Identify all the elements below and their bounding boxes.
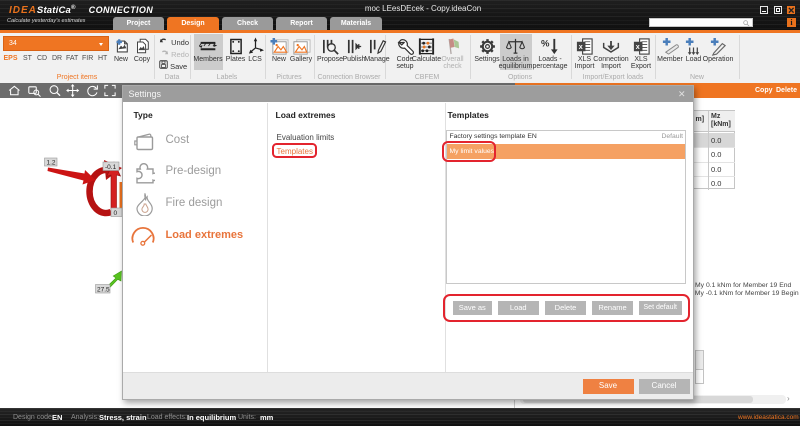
svg-text:x: x — [635, 42, 639, 50]
svg-text:0: 0 — [114, 210, 118, 217]
svg-text:1.2: 1.2 — [47, 160, 56, 167]
svg-text:27.5: 27.5 — [97, 287, 110, 294]
svg-text:%: % — [541, 38, 550, 49]
svg-text:-0.1: -0.1 — [105, 164, 117, 171]
svg-text:x: x — [579, 42, 583, 50]
